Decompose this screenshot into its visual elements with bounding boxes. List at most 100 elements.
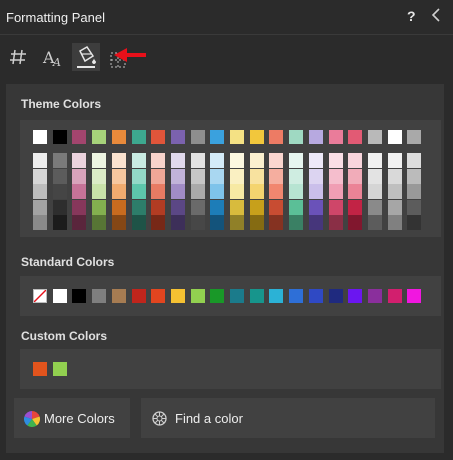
theme-color-shade[interactable] xyxy=(348,168,363,184)
theme-color-shade[interactable] xyxy=(308,199,323,215)
theme-color-swatch[interactable] xyxy=(367,130,382,144)
standard-color-swatch[interactable] xyxy=(308,289,323,303)
theme-color-shade[interactable] xyxy=(190,215,205,230)
no-color-swatch[interactable] xyxy=(33,289,47,303)
theme-color-swatch[interactable] xyxy=(407,130,422,144)
theme-color-swatch[interactable] xyxy=(92,130,107,144)
theme-color-shade[interactable] xyxy=(111,215,126,230)
theme-color-shade[interactable] xyxy=(308,184,323,199)
theme-color-shade[interactable] xyxy=(289,199,304,215)
theme-color-shade[interactable] xyxy=(328,199,343,215)
theme-color-swatch[interactable] xyxy=(72,130,87,144)
theme-color-shade[interactable] xyxy=(230,199,244,215)
theme-color-shade[interactable] xyxy=(348,199,363,215)
theme-color-shade[interactable] xyxy=(210,215,225,230)
theme-color-shade[interactable] xyxy=(348,153,363,168)
theme-color-shade[interactable] xyxy=(190,168,205,184)
standard-color-swatch[interactable] xyxy=(111,289,126,303)
theme-color-shade[interactable] xyxy=(210,184,225,199)
theme-color-shade[interactable] xyxy=(131,215,146,230)
custom-color-swatch[interactable] xyxy=(52,362,67,376)
theme-color-shade[interactable] xyxy=(348,215,363,230)
theme-color-shade[interactable] xyxy=(328,184,343,199)
theme-color-shade[interactable] xyxy=(210,153,225,168)
theme-color-shade[interactable] xyxy=(269,168,284,184)
theme-color-shade[interactable] xyxy=(33,153,47,168)
standard-color-swatch[interactable] xyxy=(72,289,87,303)
theme-color-shade[interactable] xyxy=(33,215,47,230)
theme-color-shade[interactable] xyxy=(249,184,264,199)
theme-color-shade[interactable] xyxy=(407,168,422,184)
theme-color-shade[interactable] xyxy=(407,153,422,168)
theme-color-shade[interactable] xyxy=(249,153,264,168)
theme-color-shade[interactable] xyxy=(151,184,166,199)
help-button[interactable]: ? xyxy=(407,8,416,24)
theme-color-swatch[interactable] xyxy=(328,130,343,144)
theme-color-shade[interactable] xyxy=(387,199,402,215)
theme-color-shade[interactable] xyxy=(308,153,323,168)
theme-color-shade[interactable] xyxy=(131,184,146,199)
tab-font[interactable]: A A xyxy=(39,43,67,71)
theme-color-shade[interactable] xyxy=(170,168,185,184)
theme-color-swatch[interactable] xyxy=(249,130,264,144)
theme-color-shade[interactable] xyxy=(387,215,402,230)
standard-color-swatch[interactable] xyxy=(92,289,107,303)
find-color-button[interactable]: Find a color xyxy=(141,398,435,438)
theme-color-shade[interactable] xyxy=(269,184,284,199)
theme-color-shade[interactable] xyxy=(328,153,343,168)
theme-color-shade[interactable] xyxy=(269,199,284,215)
theme-color-shade[interactable] xyxy=(92,184,107,199)
theme-color-shade[interactable] xyxy=(367,184,382,199)
custom-color-swatch[interactable] xyxy=(33,362,47,376)
theme-color-shade[interactable] xyxy=(111,184,126,199)
theme-color-shade[interactable] xyxy=(230,153,244,168)
theme-color-shade[interactable] xyxy=(33,184,47,199)
theme-color-shade[interactable] xyxy=(308,215,323,230)
theme-color-shade[interactable] xyxy=(151,153,166,168)
theme-color-shade[interactable] xyxy=(328,215,343,230)
standard-color-swatch[interactable] xyxy=(407,289,422,303)
standard-color-swatch[interactable] xyxy=(210,289,225,303)
theme-color-shade[interactable] xyxy=(52,184,67,199)
theme-color-shade[interactable] xyxy=(72,199,87,215)
theme-color-shade[interactable] xyxy=(230,215,244,230)
theme-color-shade[interactable] xyxy=(269,215,284,230)
theme-color-shade[interactable] xyxy=(249,199,264,215)
more-colors-button[interactable]: More Colors xyxy=(14,398,130,438)
theme-color-shade[interactable] xyxy=(367,153,382,168)
theme-color-shade[interactable] xyxy=(92,168,107,184)
theme-color-shade[interactable] xyxy=(170,184,185,199)
theme-color-shade[interactable] xyxy=(151,199,166,215)
theme-color-shade[interactable] xyxy=(289,153,304,168)
theme-color-shade[interactable] xyxy=(92,199,107,215)
standard-color-swatch[interactable] xyxy=(230,289,244,303)
theme-color-swatch[interactable] xyxy=(230,130,244,144)
theme-color-shade[interactable] xyxy=(348,184,363,199)
theme-color-shade[interactable] xyxy=(367,215,382,230)
standard-color-swatch[interactable] xyxy=(289,289,304,303)
theme-color-shade[interactable] xyxy=(210,168,225,184)
theme-color-shade[interactable] xyxy=(170,199,185,215)
theme-color-swatch[interactable] xyxy=(289,130,304,144)
theme-color-shade[interactable] xyxy=(210,199,225,215)
theme-color-shade[interactable] xyxy=(289,215,304,230)
theme-color-shade[interactable] xyxy=(131,168,146,184)
standard-color-swatch[interactable] xyxy=(52,289,67,303)
theme-color-swatch[interactable] xyxy=(348,130,363,144)
theme-color-shade[interactable] xyxy=(289,184,304,199)
theme-color-swatch[interactable] xyxy=(111,130,126,144)
theme-color-swatch[interactable] xyxy=(308,130,323,144)
theme-color-shade[interactable] xyxy=(33,199,47,215)
theme-color-shade[interactable] xyxy=(249,215,264,230)
theme-color-shade[interactable] xyxy=(387,184,402,199)
theme-color-shade[interactable] xyxy=(72,215,87,230)
standard-color-swatch[interactable] xyxy=(348,289,363,303)
standard-color-swatch[interactable] xyxy=(190,289,205,303)
theme-color-swatch[interactable] xyxy=(52,130,67,144)
theme-color-shade[interactable] xyxy=(190,184,205,199)
theme-color-swatch[interactable] xyxy=(131,130,146,144)
theme-color-shade[interactable] xyxy=(111,168,126,184)
theme-color-shade[interactable] xyxy=(407,199,422,215)
theme-color-swatch[interactable] xyxy=(387,130,402,144)
standard-color-swatch[interactable] xyxy=(367,289,382,303)
